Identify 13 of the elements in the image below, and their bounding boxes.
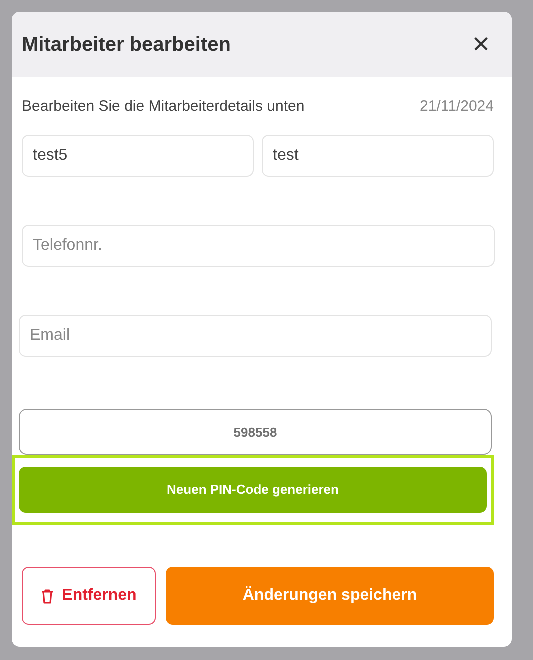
trash-icon: [41, 588, 54, 604]
subtitle: Bearbeiten Sie die Mitarbeiterdetails unten: [22, 96, 305, 117]
phone-field[interactable]: Telefonnr.: [22, 225, 495, 267]
dialog-title: Mitarbeiter bearbeiten: [22, 32, 231, 58]
remove-button[interactable]: Entfernen: [22, 567, 156, 625]
name-field[interactable]: test5: [22, 135, 254, 177]
date-label: 21/11/2024: [420, 96, 494, 117]
generate-pin-button[interactable]: Neuen PIN-Code generieren: [19, 467, 487, 513]
save-button[interactable]: Änderungen speichern: [166, 567, 494, 625]
name-field[interactable]: test: [262, 135, 494, 177]
pin-code-field[interactable]: 598558: [19, 409, 492, 455]
close-button[interactable]: ×: [470, 30, 492, 60]
email-field[interactable]: Email: [19, 315, 492, 357]
